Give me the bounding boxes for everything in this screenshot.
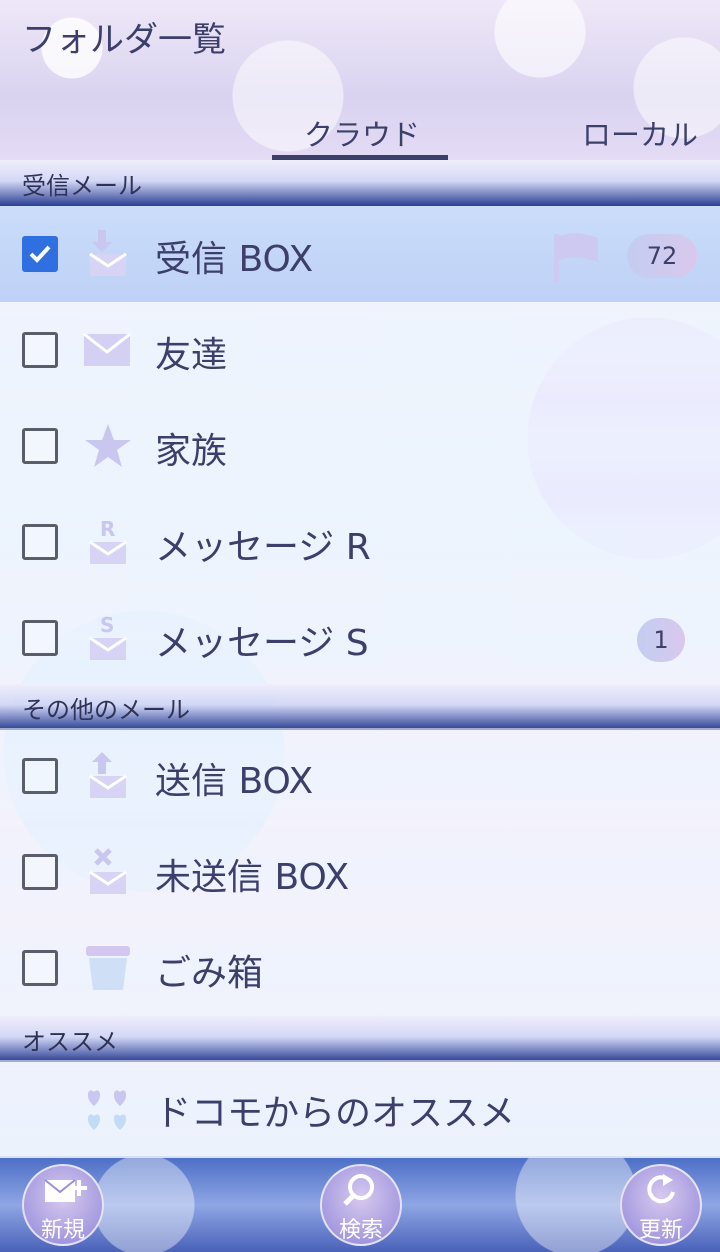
refresh-button[interactable]: 更新 — [620, 1164, 702, 1246]
section-header-recommend: オススメ — [0, 1016, 720, 1062]
flag-icon[interactable] — [552, 232, 600, 284]
checkbox[interactable] — [22, 854, 58, 890]
folder-label: ドコモからのオススメ — [155, 1093, 516, 1134]
new-mail-icon — [44, 1179, 87, 1202]
header: フォルダ一覧 クラウド ローカル — [0, 0, 720, 160]
checkbox[interactable] — [22, 236, 58, 272]
folder-label: メッセージ R — [155, 527, 371, 568]
search-icon — [343, 1174, 374, 1206]
outbox-icon — [89, 752, 127, 798]
tab-cloud[interactable]: クラウド — [304, 112, 420, 154]
page-title: フォルダ一覧 — [22, 20, 226, 60]
unsent-icon — [89, 848, 127, 894]
section-title: オススメ — [22, 1028, 118, 1056]
unread-count-badge: 72 — [627, 234, 697, 278]
folder-label: 受信 BOX — [155, 239, 314, 280]
hearts-icon — [87, 1090, 127, 1130]
message-r-icon: R — [89, 517, 127, 564]
checkbox[interactable] — [22, 620, 58, 656]
folder-label: 家族 — [155, 431, 228, 472]
search-label: 検索 — [338, 1218, 383, 1243]
refresh-icon — [647, 1174, 675, 1204]
bottom-toolbar: 新規 検索 更新 — [0, 1158, 720, 1252]
section-title: その他のメール — [22, 696, 190, 724]
svg-text:S: S — [100, 613, 114, 637]
section-header-inbox: 受信メール — [0, 160, 720, 206]
folder-row-unsent[interactable]: 未送信 BOX — [0, 824, 720, 920]
inbox-icon — [89, 230, 127, 276]
folder-label: 未送信 BOX — [155, 857, 350, 898]
folder-row-message-r[interactable]: R メッセージ R — [0, 494, 720, 590]
checkbox[interactable] — [22, 428, 58, 464]
folder-row-inbox[interactable]: 受信 BOX 72 — [0, 206, 720, 302]
folder-row-outbox[interactable]: 送信 BOX — [0, 728, 720, 824]
folder-row-friends[interactable]: 友達 — [0, 302, 720, 398]
folder-label: ごみ箱 — [155, 953, 264, 994]
refresh-label: 更新 — [638, 1218, 683, 1243]
folder-label: メッセージ S — [155, 623, 369, 664]
folder-row-trash[interactable]: ごみ箱 — [0, 920, 720, 1016]
folder-label: 友達 — [155, 335, 228, 376]
envelope-icon — [83, 332, 131, 366]
section-header-other: その他のメール — [0, 684, 720, 730]
section-title: 受信メール — [22, 172, 142, 200]
new-mail-label: 新規 — [40, 1218, 85, 1243]
folder-label: 送信 BOX — [155, 761, 314, 802]
new-mail-button[interactable]: 新規 — [22, 1164, 104, 1246]
message-s-icon: S — [89, 613, 127, 660]
checkbox[interactable] — [22, 950, 58, 986]
folder-row-docomo-recommend[interactable]: ドコモからのオススメ — [0, 1060, 720, 1156]
folder-row-family[interactable]: 家族 — [0, 398, 720, 494]
checkbox[interactable] — [22, 758, 58, 794]
trash-icon — [86, 946, 130, 990]
svg-text:R: R — [100, 517, 115, 541]
star-icon — [85, 424, 131, 467]
checkbox[interactable] — [22, 332, 58, 368]
search-button[interactable]: 検索 — [320, 1164, 402, 1246]
folder-row-message-s[interactable]: S メッセージ S 1 — [0, 590, 720, 686]
unread-count-badge: 1 — [637, 618, 685, 662]
tab-local[interactable]: ローカル — [582, 112, 698, 154]
checkbox[interactable] — [22, 524, 58, 560]
